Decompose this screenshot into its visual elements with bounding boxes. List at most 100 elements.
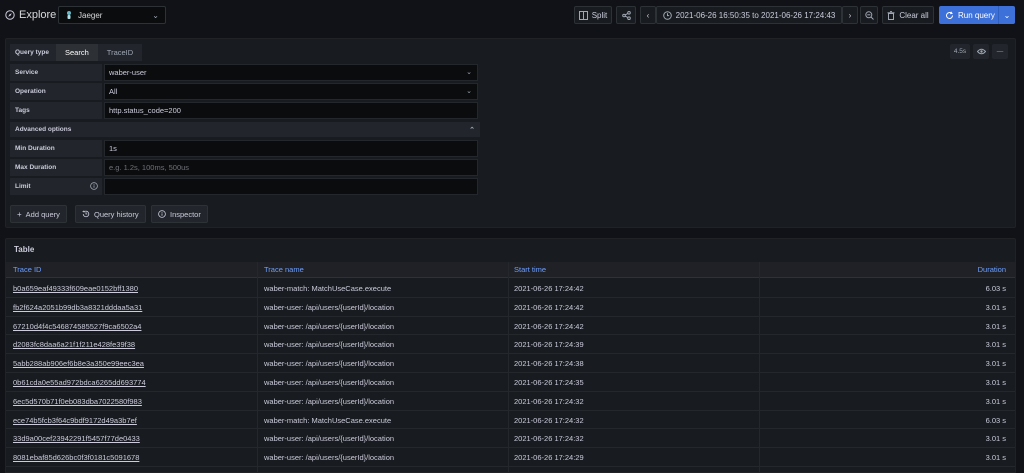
query-time-badge: 4.5s bbox=[950, 44, 970, 59]
table-row: 8081ebaf85d626bc0f3f0181c5091678 waber-us… bbox=[6, 448, 1015, 467]
duration-cell: 3.01 s bbox=[985, 453, 1006, 463]
max-duration-placeholder: e.g. 1.2s, 100ms, 500us bbox=[109, 163, 190, 172]
duration-cell: 3.01 s bbox=[985, 321, 1006, 331]
top-bar: Explore Jaeger ⌄ Split ‹ 2021-06-26 16:5… bbox=[0, 0, 1024, 30]
table-body: b0a659eaf49333f609eae0152bff1380 waber-ma… bbox=[6, 279, 1015, 467]
tags-row: Tags http.status_code=200 bbox=[10, 102, 478, 119]
info-icon[interactable] bbox=[90, 182, 98, 190]
start-time-cell: 2021-06-26 17:24:42 bbox=[514, 321, 584, 331]
trace-name-cell: waber-user: /api/users/{userId}/location bbox=[264, 396, 395, 406]
page-title: Explore bbox=[19, 9, 57, 21]
table-title: Table bbox=[14, 245, 35, 254]
chevron-up-icon: ⌃ bbox=[469, 126, 475, 134]
trace-name-cell: waber-match: MatchUseCase.execute bbox=[264, 415, 392, 425]
trace-name-cell: waber-user: /api/users/{userId}/location bbox=[264, 321, 395, 331]
query-history-button[interactable]: Query history bbox=[75, 205, 146, 223]
trace-id-link[interactable]: 5abb288ab906ef6b8e3a350e99eec3ea bbox=[13, 359, 144, 368]
trace-id-link[interactable]: ece74b5fcb3f64c9bdf9172d49a3b7ef bbox=[13, 416, 137, 425]
share-icon bbox=[621, 10, 631, 20]
limit-label-box: Limit bbox=[10, 178, 102, 195]
trace-id-link[interactable]: 33d9a00cef23942291f5457f77de0433 bbox=[13, 434, 140, 443]
tab-search[interactable]: Search bbox=[56, 44, 98, 61]
start-time-cell: 2021-06-26 17:24:42 bbox=[514, 302, 584, 312]
service-select[interactable]: waber-user ⌄ bbox=[104, 64, 478, 81]
time-range-picker[interactable]: 2021-06-26 16:50:35 to 2021-06-26 17:24:… bbox=[656, 6, 842, 24]
run-query-button[interactable]: Run query ⌄ bbox=[939, 6, 1015, 24]
start-time-cell: 2021-06-26 17:24:29 bbox=[514, 453, 584, 463]
trace-name-cell: waber-user: /api/users/{userId}/location bbox=[264, 302, 395, 312]
trace-id-link[interactable]: d2083fc8daa6a21f1f211e428fe39f38 bbox=[13, 340, 135, 349]
trace-name-cell: waber-user: /api/users/{userId}/location bbox=[264, 434, 395, 444]
limit-label: Limit bbox=[15, 183, 31, 190]
datasource-picker[interactable]: Jaeger ⌄ bbox=[58, 6, 166, 24]
column-header-trace-id[interactable]: Trace ID bbox=[13, 265, 41, 274]
trace-id-link[interactable]: 0b61cda0e55ad972bdca6265dd693774 bbox=[13, 378, 146, 387]
max-duration-row: Max Duration e.g. 1.2s, 100ms, 500us bbox=[10, 159, 478, 176]
table-row: 5abb288ab906ef6b8e3a350e99eec3ea waber-us… bbox=[6, 354, 1015, 373]
table-row: 6ec5d570b71f0eb083dba7022580f983 waber-us… bbox=[6, 392, 1015, 411]
trace-id-link[interactable]: b0a659eaf49333f609eae0152bff1380 bbox=[13, 284, 138, 293]
min-duration-input[interactable]: 1s bbox=[104, 140, 478, 157]
time-shift-forward-button[interactable]: › bbox=[842, 6, 858, 24]
time-shift-back-button[interactable]: ‹ bbox=[640, 6, 656, 24]
inspector-button[interactable]: Inspector bbox=[151, 205, 208, 223]
trace-name-cell: waber-user: /api/users/{userId}/location bbox=[264, 340, 395, 350]
run-query-main[interactable]: Run query bbox=[939, 6, 999, 24]
inspector-label: Inspector bbox=[170, 209, 201, 219]
column-header-start-time[interactable]: Start time bbox=[514, 265, 546, 274]
query-type-label: Query type bbox=[10, 44, 56, 61]
toggle-query-visibility-button[interactable] bbox=[973, 44, 989, 59]
trace-name-cell: waber-user: /api/users/{userId}/location bbox=[264, 453, 395, 463]
column-header-trace-name[interactable]: Trace name bbox=[264, 265, 304, 274]
advanced-options-label: Advanced options bbox=[15, 126, 72, 133]
table-row: d2083fc8daa6a21f1f211e428fe39f38 waber-us… bbox=[6, 335, 1015, 355]
query-editor-panel: Query type Search TraceID 4.5s — Service… bbox=[5, 38, 1016, 228]
trace-name-cell: waber-match: MatchUseCase.execute bbox=[264, 284, 392, 293]
zoom-out-button[interactable] bbox=[860, 6, 878, 24]
duration-cell: 3.01 s bbox=[985, 302, 1006, 312]
eye-icon bbox=[976, 48, 986, 55]
table-panel: Table Trace ID Trace name Start time Dur… bbox=[5, 238, 1016, 473]
min-duration-value: 1s bbox=[109, 144, 117, 153]
split-icon bbox=[578, 10, 588, 20]
start-time-cell: 2021-06-26 17:24:39 bbox=[514, 340, 584, 350]
share-button[interactable] bbox=[616, 6, 636, 24]
clear-all-label: Clear all bbox=[899, 10, 929, 20]
trace-id-link[interactable]: 8081ebaf85d626bc0f3f0181c5091678 bbox=[13, 453, 139, 462]
jaeger-logo-icon bbox=[67, 11, 71, 19]
duration-cell: 6.03 s bbox=[985, 284, 1006, 293]
operation-label: Operation bbox=[10, 83, 102, 100]
trace-id-link[interactable]: fb2f624a2051b99db3a8321dddaa5a31 bbox=[13, 303, 142, 312]
table-row: 33d9a00cef23942291f5457f77de0433 waber-us… bbox=[6, 429, 1015, 449]
trace-id-link[interactable]: 67210d4f4c546874585527f9ca6502a4 bbox=[13, 322, 141, 331]
add-query-button[interactable]: + Add query bbox=[10, 205, 67, 223]
trace-id-link[interactable]: 6ec5d570b71f0eb083dba7022580f983 bbox=[13, 397, 142, 406]
max-duration-input[interactable]: e.g. 1.2s, 100ms, 500us bbox=[104, 159, 478, 176]
start-time-cell: 2021-06-26 17:24:32 bbox=[514, 396, 584, 406]
limit-row: Limit bbox=[10, 178, 478, 195]
max-duration-label: Max Duration bbox=[10, 159, 102, 176]
chevron-down-icon: ⌄ bbox=[1003, 10, 1011, 20]
start-time-cell: 2021-06-26 17:24:38 bbox=[514, 359, 584, 369]
info-icon bbox=[158, 210, 166, 218]
chevron-down-icon: ⌄ bbox=[466, 88, 472, 95]
advanced-options-toggle[interactable]: Advanced options ⌃ bbox=[10, 122, 480, 137]
operation-select[interactable]: All ⌄ bbox=[104, 83, 478, 100]
column-header-duration[interactable]: Duration bbox=[978, 265, 1006, 274]
start-time-cell: 2021-06-26 17:24:32 bbox=[514, 434, 584, 444]
duration-cell: 3.01 s bbox=[985, 377, 1006, 387]
limit-input[interactable] bbox=[104, 178, 478, 195]
run-query-dropdown[interactable]: ⌄ bbox=[999, 11, 1015, 20]
history-icon bbox=[82, 210, 90, 218]
split-label: Split bbox=[591, 10, 608, 20]
table-row: b0a659eaf49333f609eae0152bff1380 waber-ma… bbox=[6, 279, 1015, 298]
tags-input[interactable]: http.status_code=200 bbox=[104, 102, 478, 119]
remove-query-button[interactable]: — bbox=[992, 44, 1008, 59]
clear-all-button[interactable]: Clear all bbox=[882, 6, 934, 24]
duration-cell: 3.01 s bbox=[985, 434, 1006, 444]
operation-row: Operation All ⌄ bbox=[10, 83, 478, 100]
min-duration-row: Min Duration 1s bbox=[10, 140, 478, 157]
tab-traceid[interactable]: TraceID bbox=[97, 44, 143, 61]
plus-icon: + bbox=[17, 209, 22, 219]
split-button[interactable]: Split bbox=[574, 6, 612, 24]
